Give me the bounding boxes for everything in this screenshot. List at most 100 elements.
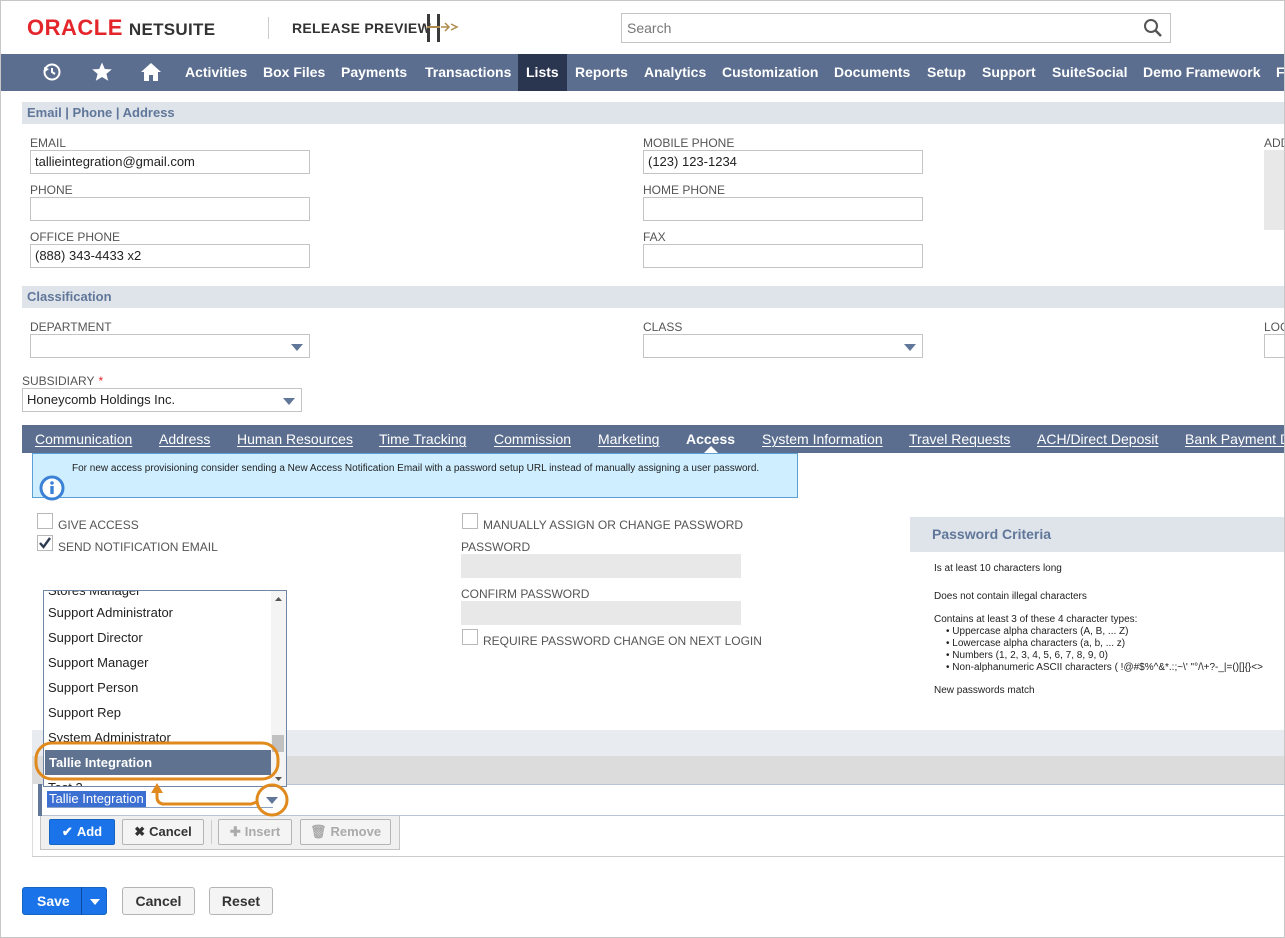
tab-bank-payment[interactable]: Bank Payment D (1185, 425, 1284, 453)
tab-marketing[interactable]: Marketing (598, 425, 659, 453)
checkmark-icon (39, 537, 51, 549)
release-preview-label: RELEASE PREVIEW (292, 20, 432, 36)
office-phone-field[interactable]: (888) 343-4433 x2 (30, 244, 310, 268)
add-button[interactable]: ✔ Add (49, 819, 115, 845)
fax-label: FAX (643, 230, 666, 244)
subtab-bar: Communication Address Human Resources Ti… (22, 425, 1284, 453)
criteria-char-types: Contains at least 3 of these 4 character… (934, 614, 1138, 625)
save-label: Save (37, 893, 70, 909)
confirm-password-field[interactable] (461, 601, 741, 625)
tab-human-resources[interactable]: Human Resources (237, 425, 353, 453)
tab-address[interactable]: Address (159, 425, 210, 453)
nav-more-cutoff[interactable]: F (1276, 54, 1284, 91)
sublist-edit-row[interactable] (38, 784, 1284, 816)
nav-transactions[interactable]: Transactions (425, 54, 511, 91)
chevron-down-icon (291, 344, 303, 351)
home-icon[interactable] (140, 61, 162, 83)
cancel-button[interactable]: Cancel (122, 887, 195, 915)
nav-suitesocial[interactable]: SuiteSocial (1052, 54, 1127, 91)
scroll-up-icon[interactable] (271, 594, 286, 604)
scroll-down-icon[interactable] (271, 774, 286, 784)
plus-icon: ✚ (229, 824, 241, 839)
info-banner: For new access provisioning consider sen… (32, 453, 798, 498)
home-phone-field[interactable] (643, 197, 923, 221)
nav-activities[interactable]: Activities (185, 54, 247, 91)
nav-reports[interactable]: Reports (575, 54, 628, 91)
department-select[interactable] (30, 334, 310, 358)
star-icon[interactable] (91, 61, 113, 83)
nav-customization[interactable]: Customization (722, 54, 818, 91)
tab-time-tracking[interactable]: Time Tracking (379, 425, 466, 453)
section-header-classification[interactable]: Classification (22, 286, 1284, 308)
list-item[interactable]: Support Person (48, 675, 138, 700)
close-icon: ✖ (134, 824, 146, 839)
nav-setup[interactable]: Setup (927, 54, 966, 91)
sublist-button-bar: ✔ Add ✖ Cancel ✚ Insert 🗑 Remove (40, 816, 400, 850)
fax-field[interactable] (643, 244, 923, 268)
mobile-phone-label: MOBILE PHONE (643, 136, 735, 150)
cancel-line-button[interactable]: ✖ Cancel (122, 819, 204, 845)
nav-demo-framework[interactable]: Demo Framework (1143, 54, 1260, 91)
list-item[interactable]: Support Director (48, 625, 143, 650)
cancel-line-label: Cancel (149, 824, 192, 839)
tab-ach-direct-deposit[interactable]: ACH/Direct Deposit (1037, 425, 1158, 453)
give-access-checkbox[interactable] (37, 513, 53, 529)
address-box[interactable] (1264, 150, 1284, 230)
phone-field[interactable] (30, 197, 310, 221)
global-search-input[interactable]: Search (621, 13, 1171, 43)
mobile-phone-field[interactable]: (123) 123-1234 (643, 150, 923, 174)
tab-communication[interactable]: Communication (35, 425, 132, 453)
criteria-uppercase: • Uppercase alpha characters (A, B, ... … (946, 626, 1129, 637)
dropdown-scrollbar[interactable] (271, 591, 286, 786)
reset-button[interactable]: Reset (209, 887, 273, 915)
nav-box-files[interactable]: Box Files (263, 54, 325, 91)
list-item[interactable]: Support Rep (48, 700, 121, 725)
criteria-numbers: • Numbers (1, 2, 3, 4, 5, 6, 7, 8, 9, 0) (946, 650, 1108, 661)
header-divider (268, 17, 269, 39)
nav-analytics[interactable]: Analytics (644, 54, 706, 91)
manual-password-checkbox[interactable] (462, 513, 478, 529)
confirm-password-label: CONFIRM PASSWORD (461, 587, 590, 601)
required-mark: * (98, 374, 104, 388)
tab-travel-requests[interactable]: Travel Requests (909, 425, 1010, 453)
oracle-netsuite-logo[interactable]: ORACLE NETSUITE (27, 15, 215, 41)
manual-password-label: MANUALLY ASSIGN OR CHANGE PASSWORD (483, 518, 744, 532)
brand-oracle: ORACLE (27, 15, 123, 40)
chevron-down-icon[interactable] (263, 793, 281, 807)
tab-system-information[interactable]: System Information (762, 425, 883, 453)
criteria-length: Is at least 10 characters long (934, 563, 1062, 574)
subsidiary-select[interactable]: Honeycomb Holdings Inc. (22, 388, 302, 412)
nav-documents[interactable]: Documents (834, 54, 910, 91)
list-item[interactable]: Test 2 (48, 775, 83, 786)
email-field[interactable]: tallieintegration@gmail.com (30, 150, 310, 174)
info-icon (39, 475, 65, 501)
send-notification-checkbox[interactable] (37, 535, 53, 551)
chevron-down-icon[interactable] (89, 897, 101, 907)
list-item[interactable]: Support Administrator (48, 600, 173, 625)
list-item[interactable]: System Administrator (48, 725, 171, 750)
location-select[interactable] (1264, 334, 1284, 358)
section-header-contact[interactable]: Email | Phone | Address (22, 102, 1284, 124)
require-password-change-checkbox[interactable] (462, 629, 478, 645)
nav-lists[interactable]: Lists (518, 54, 567, 91)
give-access-label: GIVE ACCESS (58, 518, 139, 532)
nav-support[interactable]: Support (982, 54, 1036, 91)
subsidiary-value: Honeycomb Holdings Inc. (27, 392, 176, 407)
main-navigation: Activities Box Files Payments Transactio… (1, 54, 1284, 91)
password-field[interactable] (461, 554, 741, 578)
scrollbar-thumb[interactable] (272, 735, 284, 752)
class-select[interactable] (643, 334, 923, 358)
tab-commission[interactable]: Commission (494, 425, 571, 453)
require-password-change-label: REQUIRE PASSWORD CHANGE ON NEXT LOGIN (483, 634, 762, 648)
remove-button[interactable]: 🗑 Remove (300, 819, 391, 845)
list-item[interactable]: Support Manager (48, 650, 148, 675)
insert-button[interactable]: ✚ Insert (218, 819, 292, 845)
nav-payments[interactable]: Payments (341, 54, 407, 91)
subsidiary-label: SUBSIDIARY * (22, 374, 104, 388)
save-button[interactable]: Save (22, 887, 107, 915)
search-icon[interactable] (1143, 18, 1163, 38)
email-label: EMAIL (30, 136, 67, 150)
role-selected-text[interactable]: Tallie Integration (47, 791, 146, 807)
recent-records-icon[interactable] (41, 61, 63, 83)
save-split-divider (81, 887, 82, 915)
